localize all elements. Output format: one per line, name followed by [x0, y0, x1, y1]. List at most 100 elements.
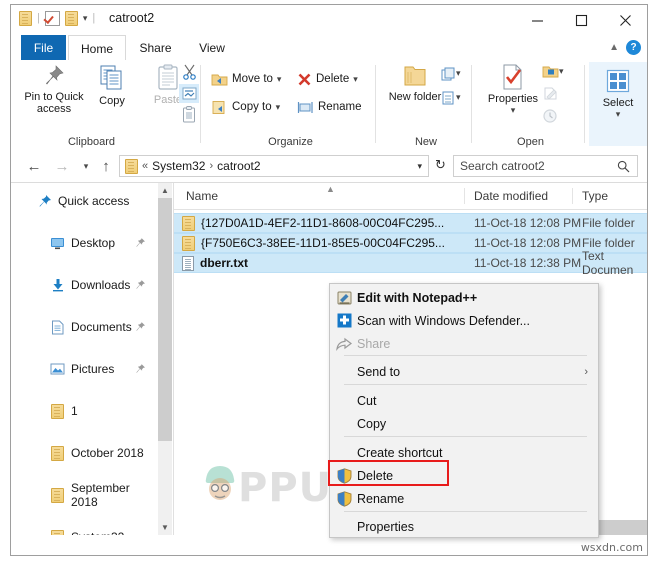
navigation-scrollbar[interactable]: ▲ ▼	[158, 183, 172, 535]
menu-item-cut[interactable]: Cut	[331, 389, 598, 412]
sidebar-item-system32[interactable]: System32	[11, 527, 158, 535]
qat-divider: |	[37, 12, 40, 24]
sidebar-item-desktop[interactable]: Desktop	[11, 233, 158, 253]
file-date-cell: 11-Oct-18 12:08 PM	[474, 236, 582, 250]
scrollbar-thumb[interactable]	[158, 198, 172, 441]
pin-icon[interactable]	[135, 363, 146, 377]
breadcrumb-item-catroot2[interactable]: catroot2	[217, 159, 260, 173]
close-icon[interactable]	[603, 5, 647, 35]
chevron-down-icon[interactable]: ▾	[559, 66, 564, 77]
copy-path-icon[interactable]	[179, 84, 199, 103]
group-separator	[471, 65, 472, 143]
chevron-up-icon[interactable]: ▲	[609, 42, 619, 53]
edit-icon[interactable]	[540, 84, 560, 103]
cut-icon[interactable]	[179, 62, 199, 81]
help-icon[interactable]: ?	[626, 40, 641, 55]
sidebar-item-downloads[interactable]: Downloads	[11, 275, 158, 295]
delete-button[interactable]: Delete ▾	[297, 68, 358, 90]
up-arrow-icon[interactable]: ↑	[95, 156, 117, 176]
folder-icon	[182, 215, 195, 231]
search-input[interactable]: Search catroot2	[453, 155, 638, 177]
chevron-down-icon[interactable]: ▾	[353, 74, 358, 85]
column-headers[interactable]: Name ▲ Date modified Type	[174, 183, 647, 210]
pin-to-quick-access-button[interactable]: Pin to Quick access	[23, 64, 85, 130]
address-bar: ← → ▾ ↑ « System32 › catroot2 ▾ ↻ Search…	[11, 150, 647, 182]
new-folder-button[interactable]: New folder	[384, 64, 446, 130]
column-header-name[interactable]: Name	[186, 183, 218, 209]
maximize-icon[interactable]	[559, 5, 603, 35]
refresh-icon[interactable]: ↻	[435, 157, 446, 173]
quick-access-toolbar[interactable]: | ▾ |	[19, 11, 95, 26]
address-input[interactable]: « System32 › catroot2 ▾	[119, 155, 429, 177]
copy-button[interactable]: Copy	[81, 64, 143, 130]
menu-item-send-to[interactable]: Send to ›	[331, 360, 598, 383]
menu-item-properties[interactable]: Properties	[331, 515, 598, 538]
chevron-down-icon[interactable]: ▾	[277, 74, 282, 85]
pin-icon[interactable]	[135, 279, 146, 293]
tab-file[interactable]: File	[21, 35, 66, 60]
delete-highlight-box	[328, 460, 449, 486]
chevron-down-icon[interactable]: ▾	[456, 92, 461, 103]
copy-to-button[interactable]: Copy to ▾	[211, 96, 280, 118]
chevron-down-icon[interactable]: ▾	[276, 102, 281, 113]
navigation-pane[interactable]: Quick access Desktop Downloads Documents…	[11, 183, 158, 535]
sidebar-item-1[interactable]: 1	[11, 401, 158, 421]
table-row[interactable]: {F750E6C3-38EE-11D1-85E5-00C04FC295... 1…	[174, 233, 647, 253]
open-icon[interactable]	[540, 62, 560, 81]
easy-access-icon[interactable]	[438, 88, 458, 107]
menu-item-edit-with-notepadpp[interactable]: Edit with Notepad++	[331, 286, 598, 309]
menu-item-rename[interactable]: Rename	[331, 487, 598, 510]
history-icon[interactable]	[540, 106, 560, 125]
back-arrow-icon[interactable]: ←	[23, 156, 45, 176]
sidebar-item-documents[interactable]: Documents	[11, 317, 158, 337]
column-header-type[interactable]: Type	[582, 183, 608, 209]
chevron-down-icon[interactable]: ▾	[616, 109, 621, 120]
select-button[interactable]: Select ▾	[587, 68, 649, 134]
move-to-button[interactable]: Move to ▾	[211, 68, 281, 90]
chevron-up-icon[interactable]: ▲	[158, 183, 172, 198]
chevron-down-icon[interactable]: ▼	[158, 520, 172, 535]
column-divider[interactable]	[464, 188, 465, 204]
sidebar-item-pictures[interactable]: Pictures	[11, 359, 158, 379]
column-header-date-modified[interactable]: Date modified	[474, 183, 548, 209]
table-row[interactable]: dberr.txt 11-Oct-18 12:38 PM Text Docume…	[174, 249, 647, 277]
sidebar-item-quick-access[interactable]: Quick access	[11, 191, 158, 211]
folder-icon[interactable]	[64, 11, 78, 26]
properties-button[interactable]: Properties ▾	[482, 64, 544, 130]
chevron-down-icon[interactable]: ▾	[511, 105, 516, 116]
chevron-down-icon[interactable]: ▾	[417, 161, 422, 172]
menu-item-copy[interactable]: Copy	[331, 412, 598, 435]
forward-arrow-icon[interactable]: →	[51, 156, 73, 176]
context-menu[interactable]: Edit with Notepad++ Scan with Windows De…	[329, 283, 599, 538]
breadcrumb[interactable]: « System32 › catroot2	[138, 159, 261, 173]
tab-home[interactable]: Home	[68, 35, 126, 61]
minimize-icon[interactable]	[515, 5, 559, 35]
sidebar-item-october-2018[interactable]: October 2018	[11, 443, 158, 463]
pin-icon[interactable]	[135, 237, 146, 251]
new-item-icon[interactable]	[438, 64, 458, 83]
breadcrumb-prefix: «	[142, 160, 149, 172]
search-icon[interactable]	[617, 160, 630, 178]
recent-locations-icon[interactable]: ▾	[75, 156, 97, 176]
tab-view[interactable]: View	[187, 35, 237, 60]
breadcrumb-item-system32[interactable]: System32	[152, 159, 205, 173]
properties-icon[interactable]	[44, 11, 60, 26]
chevron-down-icon[interactable]: ▾	[456, 68, 461, 79]
rename-button[interactable]: Rename	[297, 96, 361, 118]
shield-icon	[331, 490, 357, 507]
sidebar-item-september-2018[interactable]: September 2018	[11, 481, 158, 509]
folder-icon[interactable]	[19, 11, 32, 26]
file-name-cell[interactable]: {F750E6C3-38EE-11D1-85E5-00C04FC295...	[182, 235, 445, 251]
tab-share[interactable]: Share	[128, 35, 183, 60]
file-name-cell[interactable]: dberr.txt	[182, 255, 248, 271]
chevron-down-icon[interactable]: ▾	[83, 13, 88, 24]
file-name-cell[interactable]: {127D0A1D-4EF2-11D1-8608-00C04FC295...	[182, 215, 444, 231]
group-separator	[375, 65, 376, 143]
pin-icon[interactable]	[135, 321, 146, 335]
column-divider[interactable]	[572, 188, 573, 204]
paste-shortcut-icon[interactable]	[179, 105, 199, 124]
menu-item-scan-with-windows-defender[interactable]: Scan with Windows Defender...	[331, 309, 598, 332]
menu-separator	[344, 384, 587, 385]
table-row[interactable]: {127D0A1D-4EF2-11D1-8608-00C04FC295... 1…	[174, 213, 647, 233]
ribbon-group-select[interactable]: Select ▾	[589, 62, 647, 146]
